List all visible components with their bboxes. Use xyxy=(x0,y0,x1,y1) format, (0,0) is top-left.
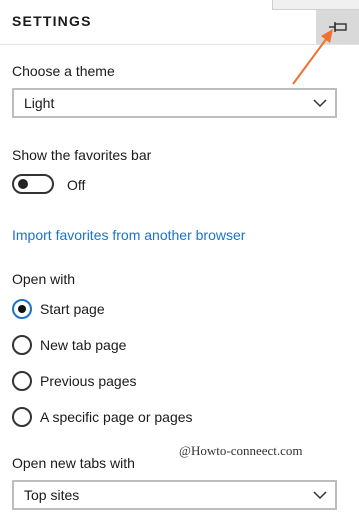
radio-button xyxy=(12,335,32,355)
pin-icon xyxy=(328,22,347,32)
favorites-bar-state: Off xyxy=(67,177,86,193)
radio-button xyxy=(12,407,32,427)
radio-label: Previous pages xyxy=(40,373,137,389)
radio-label: Start page xyxy=(40,301,105,317)
radio-label: A specific page or pages xyxy=(40,409,193,425)
window-edge-fragment xyxy=(272,0,359,10)
open-with-label: Open with xyxy=(12,271,76,287)
theme-dropdown[interactable]: Light xyxy=(12,88,337,118)
radio-specific-pages[interactable]: A specific page or pages xyxy=(12,406,193,428)
radio-start-page[interactable]: Start page xyxy=(12,298,105,320)
radio-new-tab-page[interactable]: New tab page xyxy=(12,334,126,356)
toggle-knob xyxy=(18,179,28,189)
import-favorites-link[interactable]: Import favorites from another browser xyxy=(12,227,245,243)
favorites-bar-toggle[interactable] xyxy=(12,174,54,194)
new-tabs-label: Open new tabs with xyxy=(12,455,135,471)
pin-button[interactable] xyxy=(316,10,359,44)
radio-button xyxy=(12,371,32,391)
chevron-down-icon xyxy=(313,491,327,500)
theme-label: Choose a theme xyxy=(12,63,115,79)
favorites-bar-label: Show the favorites bar xyxy=(12,147,152,163)
radio-previous-pages[interactable]: Previous pages xyxy=(12,370,137,392)
radio-label: New tab page xyxy=(40,337,127,353)
new-tabs-value: Top sites xyxy=(24,487,80,503)
page-title: SETTINGS xyxy=(12,13,92,29)
watermark: @Howto-conneect.com xyxy=(179,443,303,458)
theme-value: Light xyxy=(24,95,55,111)
new-tabs-dropdown[interactable]: Top sites xyxy=(12,480,337,510)
chevron-down-icon xyxy=(313,99,327,108)
radio-button-selected xyxy=(12,299,32,319)
